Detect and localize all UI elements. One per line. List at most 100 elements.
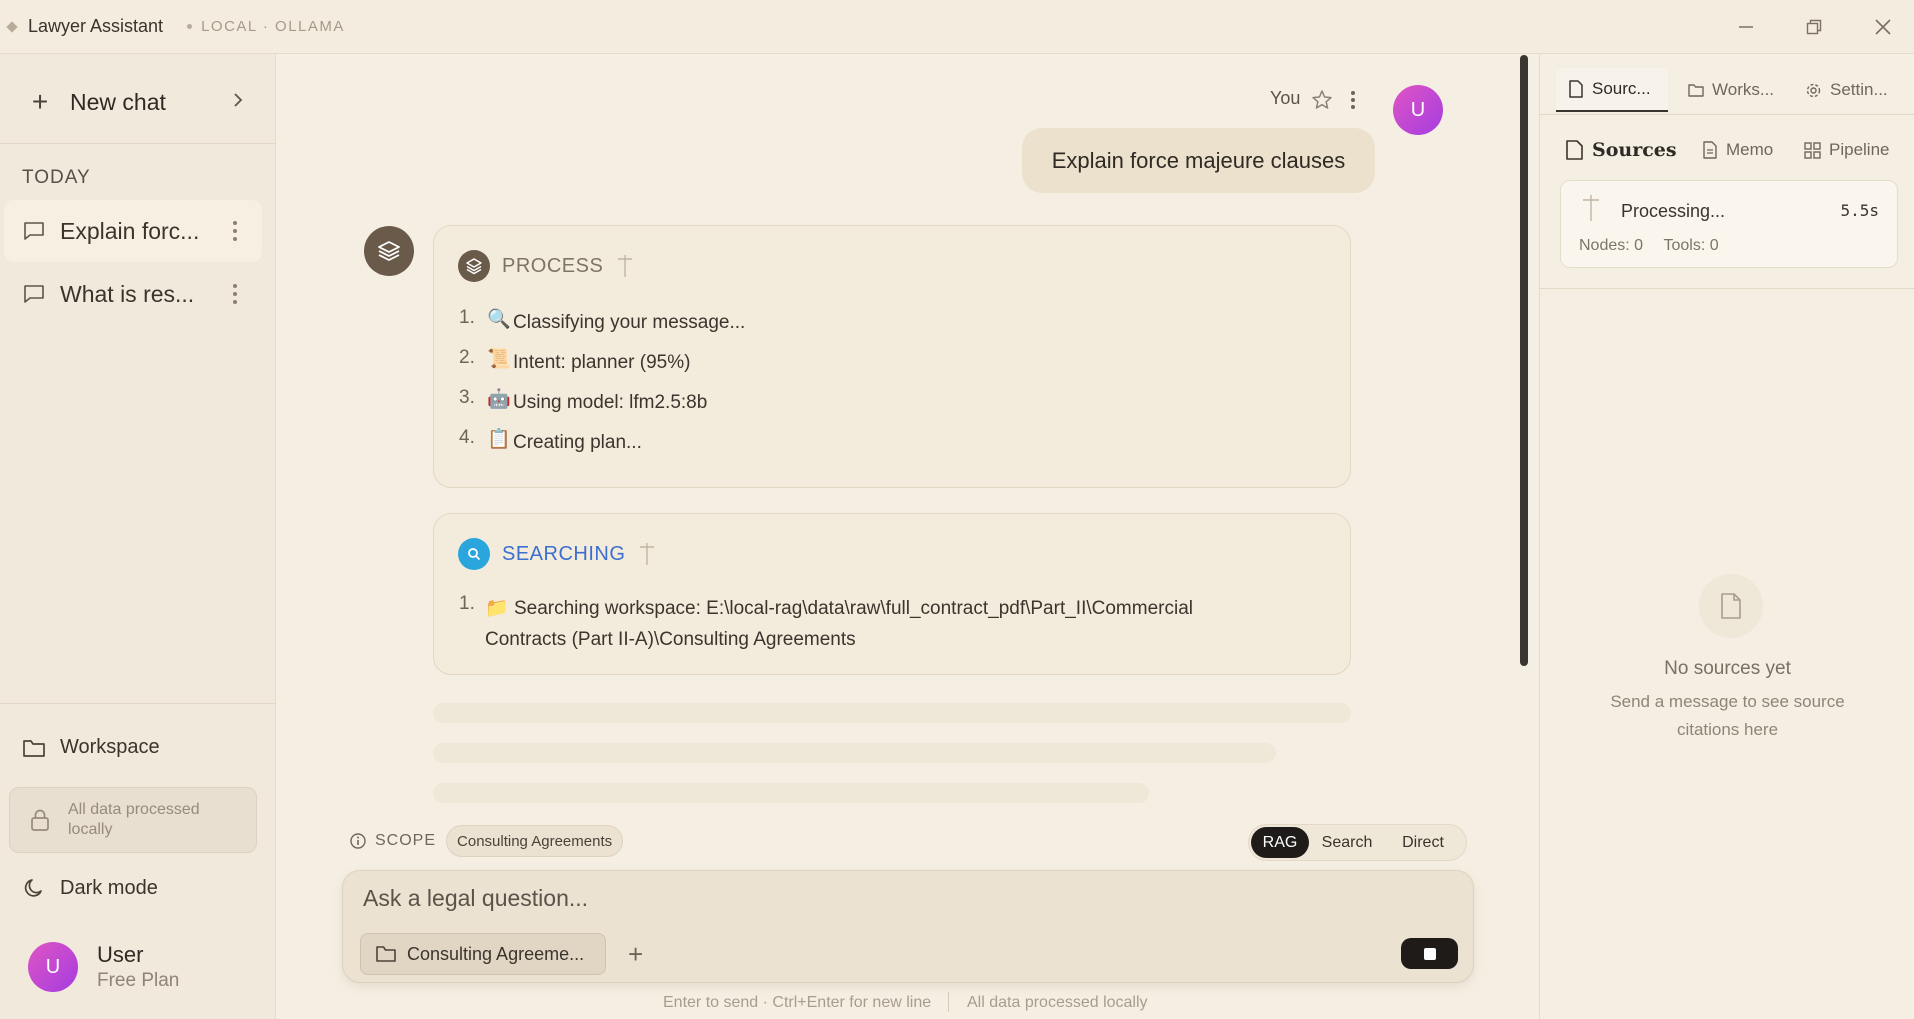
process-step: 2. 📜 Intent: planner (95%)	[459, 347, 691, 373]
search-icon	[458, 538, 490, 570]
message-input[interactable]: Ask a legal question...	[363, 885, 588, 912]
stop-generation-button[interactable]	[1401, 938, 1458, 969]
mode-direct-button[interactable]: Direct	[1385, 827, 1461, 858]
gear-icon	[1806, 83, 1821, 97]
stop-icon	[1423, 947, 1436, 960]
minimize-icon	[1739, 26, 1753, 28]
mode-rag-button[interactable]: RAG	[1251, 827, 1309, 858]
status-dot-icon	[187, 24, 193, 29]
folder-chip-label: Consulting Agreeme...	[407, 943, 585, 964]
user-profile[interactable]: U User Free Plan	[28, 942, 179, 992]
tools-count: Tools: 0	[1663, 237, 1719, 254]
folder-icon	[23, 739, 45, 757]
divider	[0, 703, 276, 704]
dark-mode-label: Dark mode	[60, 876, 158, 899]
processing-time: 5.5s	[1840, 201, 1879, 220]
process-heading: PROCESS	[502, 254, 604, 277]
scope-chip[interactable]: Consulting Agreements	[446, 825, 624, 857]
plus-icon: +	[31, 86, 49, 117]
loading-spinner-icon	[1583, 195, 1599, 221]
mode-search-button[interactable]: Search	[1309, 827, 1385, 858]
document-icon	[1699, 574, 1763, 638]
user-plan: Free Plan	[97, 970, 180, 991]
divider	[1540, 114, 1914, 115]
divider	[0, 143, 276, 144]
moon-icon	[24, 879, 42, 897]
mode-selector: RAG Search Direct	[1248, 824, 1467, 861]
title-bar: Lawyer Assistant LOCAL · OLLAMA	[0, 0, 1914, 54]
info-icon	[350, 833, 366, 849]
section-heading-today: TODAY	[22, 167, 91, 188]
add-attachment-button[interactable]: +	[628, 939, 643, 970]
divider	[1540, 288, 1914, 289]
local-data-text: All data processed locally	[68, 801, 200, 838]
more-vertical-icon[interactable]	[232, 283, 238, 305]
subtab-pipeline[interactable]: Pipeline	[1804, 132, 1890, 168]
subtab-sources[interactable]: Sources	[1564, 132, 1677, 168]
new-chat-label: New chat	[70, 88, 166, 115]
layers-icon	[378, 241, 400, 261]
search-step: 1. 📁 Searching workspace: E:\local-rag\d…	[459, 593, 1193, 650]
loading-spinner-icon	[640, 543, 655, 565]
app-title: Lawyer Assistant	[28, 16, 164, 36]
process-step: 1. 🔍 Classifying your message...	[459, 307, 746, 333]
sidebar: + New chat TODAY Explain forc... What is…	[0, 54, 276, 1019]
workspace-label: Workspace	[60, 736, 160, 758]
right-panel: Sourc... Works... Settin... Sources Memo…	[1539, 54, 1914, 1019]
lock-icon	[31, 809, 49, 831]
process-card: PROCESS 1. 🔍 Classifying your message... 2…	[433, 225, 1351, 488]
local-processing-hint: All data processed locally	[967, 994, 1148, 1011]
scope-row: SCOPE Consulting Agreements	[349, 825, 624, 857]
tab-workspace[interactable]: Works...	[1688, 68, 1788, 112]
tab-sources[interactable]: Sourc...	[1556, 68, 1668, 112]
dark-mode-toggle[interactable]: Dark mode	[22, 876, 158, 900]
chat-item[interactable]: What is res...	[4, 263, 262, 325]
chat-item-label: Explain forc...	[60, 217, 200, 244]
message-author: You	[1270, 88, 1301, 108]
workspace-button[interactable]: Workspace	[22, 736, 160, 759]
folder-icon	[376, 946, 396, 962]
loading-spinner-icon	[618, 255, 633, 277]
message-composer[interactable]: Ask a legal question... Consulting Agree…	[342, 870, 1474, 983]
process-header: PROCESS	[458, 250, 635, 282]
note-icon	[1703, 141, 1717, 159]
folder-scope-button[interactable]: Consulting Agreeme...	[360, 933, 606, 975]
chat-item[interactable]: Explain forc...	[4, 200, 262, 262]
grid-icon	[1804, 141, 1821, 159]
new-chat-button[interactable]: + New chat	[20, 80, 250, 124]
more-vertical-icon[interactable]	[1350, 90, 1356, 110]
close-icon	[1875, 19, 1891, 35]
chat-scrollbar[interactable]	[1520, 55, 1528, 666]
minimize-button[interactable]	[1731, 12, 1761, 42]
layers-icon	[458, 250, 490, 282]
process-step: 3. 🤖 Using model: lfm2.5:8b	[459, 387, 708, 413]
loading-skeleton	[433, 783, 1149, 803]
assistant-avatar	[364, 226, 414, 276]
more-vertical-icon[interactable]	[232, 220, 238, 242]
processing-status-card: Processing... 5.5s Nodes: 0 Tools: 0	[1560, 180, 1898, 268]
empty-state-title: No sources yet	[1664, 658, 1791, 679]
user-message: Explain force majeure clauses	[1022, 128, 1375, 193]
nodes-count: Nodes: 0	[1579, 237, 1644, 254]
chat-bubble-icon	[24, 222, 44, 240]
local-data-notice: All data processed locally	[9, 787, 257, 853]
tab-settings[interactable]: Settin...	[1805, 68, 1905, 112]
chevron-right-icon[interactable]	[226, 88, 250, 112]
user-name: User	[97, 942, 144, 967]
star-icon[interactable]	[1311, 89, 1333, 111]
searching-heading: SEARCHING	[502, 542, 626, 565]
processing-title: Processing...	[1621, 201, 1726, 221]
empty-state-message: Send a message to see source citations h…	[1610, 692, 1845, 739]
divider	[948, 992, 949, 1012]
avatar: U	[28, 942, 78, 992]
close-button[interactable]	[1868, 12, 1898, 42]
loading-skeleton	[433, 703, 1351, 723]
app-logo-icon	[6, 20, 18, 33]
restore-button[interactable]	[1799, 12, 1829, 42]
avatar: U	[1393, 85, 1443, 135]
document-icon	[1569, 80, 1583, 98]
subtab-memo[interactable]: Memo	[1702, 132, 1773, 168]
loading-skeleton	[433, 743, 1276, 763]
chat-item-label: What is res...	[60, 280, 195, 307]
chat-bubble-icon	[24, 285, 44, 303]
